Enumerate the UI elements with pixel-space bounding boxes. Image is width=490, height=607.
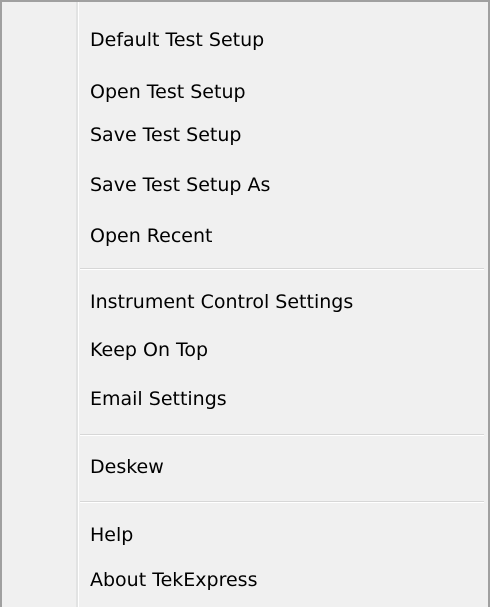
menu-item-save-test-setup[interactable]: Save Test Setup (90, 123, 241, 147)
menu-item-about-tekexpress[interactable]: About TekExpress (90, 568, 257, 592)
menu-item-keep-on-top[interactable]: Keep On Top (90, 338, 208, 362)
menu-item-email-settings[interactable]: Email Settings (90, 387, 227, 411)
menu-separator (80, 434, 484, 436)
menu-item-save-test-setup-as[interactable]: Save Test Setup As (90, 173, 270, 197)
menu-item-help[interactable]: Help (90, 523, 133, 547)
context-menu: Default Test Setup Open Test Setup Save … (0, 0, 490, 607)
menu-icon-gutter (2, 2, 78, 607)
menu-item-default-test-setup[interactable]: Default Test Setup (90, 28, 264, 52)
menu-item-open-recent[interactable]: Open Recent (90, 224, 212, 248)
menu-gutter-divider (78, 2, 79, 607)
menu-item-instrument-control-settings[interactable]: Instrument Control Settings (90, 290, 353, 314)
menu-separator (80, 268, 484, 270)
menu-item-deskew[interactable]: Deskew (90, 455, 164, 479)
menu-item-open-test-setup[interactable]: Open Test Setup (90, 80, 246, 104)
menu-separator (80, 501, 484, 503)
